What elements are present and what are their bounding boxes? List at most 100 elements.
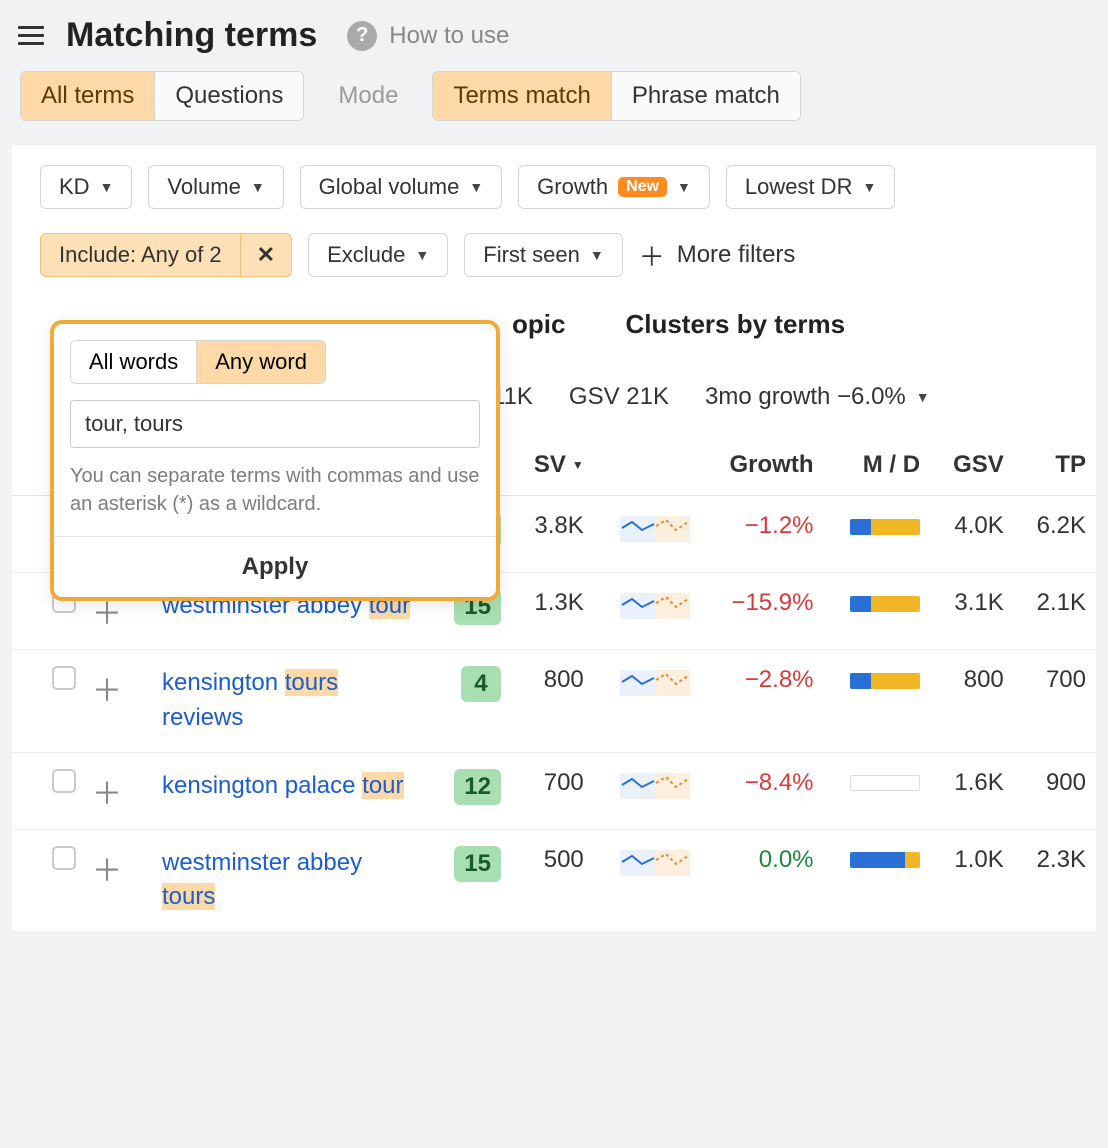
col-growth[interactable]: Growth (700, 435, 823, 496)
sort-desc-icon: ▼ (572, 458, 584, 472)
summary-growth-label: 3mo growth −6.0% (705, 383, 906, 411)
include-filter-popover: All words Any word You can separate term… (50, 320, 500, 601)
cell-md (824, 496, 931, 573)
kd-badge: 4 (461, 666, 501, 702)
tab-phrase-match[interactable]: Phrase match (611, 72, 800, 120)
cell-sv: 500 (511, 829, 594, 932)
filter-growth-label: Growth (537, 174, 608, 200)
add-row-button[interactable]: ＋ (92, 675, 122, 708)
cell-gsv: 800 (930, 650, 1014, 753)
more-filters-label: More filters (677, 241, 796, 269)
popover-tab-any-word[interactable]: Any word (196, 341, 325, 383)
filter-lowest-dr[interactable]: Lowest DR ▼ (726, 165, 895, 209)
close-icon[interactable]: ✕ (240, 234, 291, 276)
row-checkbox[interactable] (52, 769, 76, 793)
cell-gsv: 1.6K (930, 752, 1014, 829)
col-sv-label: SV (534, 451, 566, 479)
cell-sv: 700 (511, 752, 594, 829)
cell-growth: 0.0% (700, 829, 823, 932)
filter-global-volume[interactable]: Global volume ▼ (300, 165, 503, 209)
add-row-button[interactable]: ＋ (92, 855, 122, 888)
apply-button[interactable]: Apply (54, 536, 496, 597)
col-tp[interactable]: TP (1014, 435, 1096, 496)
cell-spark (594, 650, 701, 753)
filter-lowest-dr-label: Lowest DR (745, 174, 853, 200)
cell-growth: −1.2% (700, 496, 823, 573)
md-bar (850, 673, 920, 689)
chevron-down-icon: ▼ (100, 179, 114, 195)
row-checkbox[interactable] (52, 666, 76, 690)
more-filters-button[interactable]: ＋ More filters (639, 237, 796, 274)
popover-help-text: You can separate terms with commas and u… (70, 462, 480, 518)
plus-icon: ＋ (639, 237, 665, 274)
include-terms-input[interactable] (70, 400, 480, 448)
add-row-button[interactable]: ＋ (92, 598, 122, 631)
cell-tp: 900 (1014, 752, 1096, 829)
tab-terms-match[interactable]: Terms match (433, 72, 610, 120)
chevron-down-icon: ▼ (677, 179, 691, 195)
cell-growth: −8.4% (700, 752, 823, 829)
md-bar (850, 852, 920, 868)
keyword-link[interactable]: kensington palace tour (162, 772, 404, 799)
filter-include-label: Include: Any of 2 (41, 234, 240, 276)
filter-kd[interactable]: KD ▼ (40, 165, 132, 209)
cell-spark (594, 573, 701, 650)
table-row: ＋kensington tours reviews4800−2.8%800700 (12, 650, 1096, 753)
cell-tp: 6.2K (1014, 496, 1096, 573)
cell-growth: −15.9% (700, 573, 823, 650)
tab-all-terms[interactable]: All terms (21, 72, 154, 120)
cell-tp: 700 (1014, 650, 1096, 753)
chevron-down-icon: ▼ (469, 179, 483, 195)
md-bar (850, 775, 920, 791)
add-row-button[interactable]: ＋ (92, 778, 122, 811)
chevron-down-icon: ▼ (862, 179, 876, 195)
keyword-link[interactable]: westminster abbey tours (162, 849, 362, 911)
summary-growth-dropdown[interactable]: 3mo growth −6.0% ▼ (705, 383, 930, 411)
table-row: ＋ kensington palace tour 12 700 −8.4% 1.6K900 (12, 752, 1096, 829)
filter-first-seen[interactable]: First seen ▼ (464, 233, 622, 277)
cell-gsv: 1.0K (930, 829, 1014, 932)
chevron-down-icon: ▼ (415, 247, 429, 263)
filter-volume-label: Volume (167, 174, 240, 200)
cell-md (824, 573, 931, 650)
filter-include-active[interactable]: Include: Any of 2 ✕ (40, 233, 292, 277)
table-row: ＋ westminster abbey tours 15 500 0.0% 1.0K2.3… (12, 829, 1096, 932)
summary-gsv: GSV 21K (569, 383, 669, 411)
kd-badge: 12 (454, 769, 501, 805)
cell-spark (594, 829, 701, 932)
filter-volume[interactable]: Volume ▼ (148, 165, 283, 209)
cell-sv: 800 (511, 650, 594, 753)
filter-growth[interactable]: Growth New ▼ (518, 165, 710, 209)
filter-exclude-label: Exclude (327, 242, 405, 268)
filter-kd-label: KD (59, 174, 90, 200)
cell-tp: 2.1K (1014, 573, 1096, 650)
chevron-down-icon: ▼ (590, 247, 604, 263)
row-checkbox[interactable] (52, 846, 76, 870)
col-gsv[interactable]: GSV (930, 435, 1014, 496)
page-title: Matching terms (66, 16, 317, 55)
cell-growth: −2.8% (700, 650, 823, 753)
md-bar (850, 519, 920, 535)
chevron-down-icon: ▼ (251, 179, 265, 195)
term-type-segment: All terms Questions (20, 71, 304, 121)
tab-questions[interactable]: Questions (154, 72, 303, 120)
popover-tab-all-words[interactable]: All words (71, 341, 196, 383)
tab-clusters-by-terms[interactable]: Clusters by terms (625, 309, 845, 353)
kd-badge: 15 (454, 846, 501, 882)
col-md[interactable]: M / D (824, 435, 931, 496)
col-sv[interactable]: SV ▼ (511, 435, 594, 496)
how-to-use-link[interactable]: How to use (389, 22, 509, 50)
cell-tp: 2.3K (1014, 829, 1096, 932)
cell-gsv: 4.0K (930, 496, 1014, 573)
cell-sv: 3.8K (511, 496, 594, 573)
cell-gsv: 3.1K (930, 573, 1014, 650)
hamburger-menu-icon[interactable] (18, 26, 44, 45)
md-bar (850, 596, 920, 612)
tab-parent-topic[interactable]: opic (512, 309, 565, 353)
mode-segment: Terms match Phrase match (432, 71, 800, 121)
chevron-down-icon: ▼ (916, 389, 930, 405)
help-icon[interactable]: ? (347, 21, 377, 51)
cell-md (824, 829, 931, 932)
filter-exclude[interactable]: Exclude ▼ (308, 233, 448, 277)
keyword-link[interactable]: kensington tours reviews (162, 669, 338, 731)
